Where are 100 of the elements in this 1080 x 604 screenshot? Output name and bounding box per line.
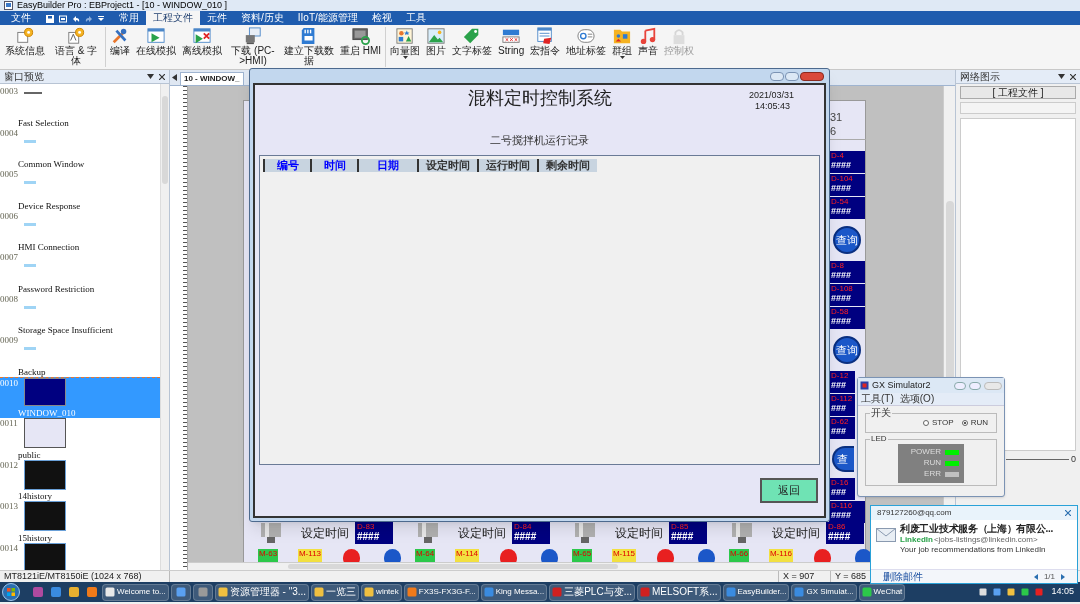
window-title: EasyBuilder Pro : EBProject1 - [10 - WINDOW_010 ] <box>17 0 228 11</box>
taskbar-button[interactable]: FX3S-FX3G-F... <box>403 583 479 601</box>
left-arrow-icon[interactable] <box>172 74 177 81</box>
numeric-value: #### <box>357 531 381 542</box>
menu-tab[interactable]: 元件 <box>200 11 234 25</box>
redo-icon[interactable] <box>85 14 93 23</box>
folder-icon[interactable] <box>68 586 80 598</box>
input-field[interactable] <box>960 102 1076 114</box>
taskbar-button[interactable]: wintek <box>361 583 402 601</box>
caret-icon[interactable] <box>98 14 104 23</box>
media-player-icon[interactable] <box>86 586 98 598</box>
window-thumbnail[interactable] <box>24 377 66 406</box>
window-thumbnail[interactable] <box>24 181 36 184</box>
ribbon-button[interactable]: 语言 & 字体 <box>50 27 102 66</box>
editor-tab[interactable]: 10 - WINDOW_ <box>180 72 244 85</box>
start-button-icon[interactable] <box>2 583 20 601</box>
app-icon <box>314 587 325 597</box>
radio-button[interactable] <box>961 420 968 426</box>
window-thumbnail[interactable] <box>24 264 36 267</box>
delete-link[interactable]: 删除邮件 <box>883 570 1034 583</box>
window-thumbnail[interactable] <box>24 501 66 531</box>
application-icon[interactable] <box>32 586 44 598</box>
ribbon-button[interactable]: 宏指令 <box>529 27 562 56</box>
window-thumbnail[interactable] <box>24 418 66 448</box>
menu-tab[interactable]: 检视 <box>364 11 399 25</box>
window-name: 15history <box>17 532 53 543</box>
close-icon[interactable] <box>1070 73 1076 80</box>
caret-icon[interactable] <box>147 74 154 79</box>
app-icon <box>364 587 375 597</box>
window-thumbnail[interactable] <box>24 222 36 226</box>
scrollbar[interactable] <box>160 84 169 570</box>
window-list-item[interactable]: 0006 HMI Connection <box>0 210 160 252</box>
ribbon-button[interactable]: 重启 HMI <box>339 27 383 56</box>
close-icon[interactable] <box>1065 510 1071 516</box>
back-button[interactable]: 返回 <box>760 478 818 503</box>
taskbar-button[interactable]: Welcome to... <box>102 583 169 601</box>
taskbar-button[interactable]: 资源管理器 - "3... <box>214 583 310 601</box>
ribbon-button[interactable]: 编译 <box>109 27 131 56</box>
ribbon-button[interactable]: 系统信息 <box>4 27 46 56</box>
query-button[interactable]: 查 <box>832 446 854 472</box>
menu-tab[interactable]: 资料/历史 <box>234 11 291 25</box>
menu-tab[interactable]: 工程文件 <box>146 11 200 25</box>
window-thumbnail[interactable] <box>24 305 36 309</box>
query-button[interactable]: 查询 <box>833 336 861 364</box>
window-list-item[interactable]: 0003 Fast Selection <box>0 86 160 128</box>
menu-item[interactable]: 选项(O) <box>899 393 935 405</box>
menu-tab[interactable]: IIoT/能源管理 <box>290 11 365 25</box>
radio-button[interactable] <box>923 420 929 426</box>
window-thumbnail[interactable] <box>24 542 66 570</box>
window-list-item[interactable]: 0005 Device Response <box>0 169 160 211</box>
query-button[interactable]: 查询 <box>833 226 861 254</box>
taskbar-button[interactable]: MELSOFT系... <box>636 583 721 601</box>
ribbon-button[interactable]: 向量图 <box>389 27 422 59</box>
window-list-item[interactable]: 0012 14history <box>0 459 160 501</box>
window-list-item[interactable]: 0014 <box>0 542 160 570</box>
window-list-item[interactable]: 0004 Common Window <box>0 127 160 169</box>
ribbon-button[interactable]: 建立下载数据 <box>283 27 335 66</box>
close-icon[interactable] <box>159 73 165 80</box>
taskbar-button[interactable]: King Messa... <box>480 583 548 601</box>
window-icon[interactable] <box>59 14 67 23</box>
undo-icon[interactable] <box>72 14 80 23</box>
window-list-item[interactable]: 0011 public <box>0 418 160 460</box>
window-list-item[interactable]: 0008 Storage Space Insufficient <box>0 293 160 335</box>
ribbon-button[interactable]: 下载 (PC->HMI) <box>227 27 279 66</box>
maximize-button[interactable] <box>785 71 799 81</box>
taskbar-button[interactable]: 一览三 <box>311 583 360 601</box>
window-list-item[interactable]: 0007 Password Restriction <box>0 252 160 294</box>
menu-item[interactable]: 工具(T) <box>861 393 894 405</box>
taskbar-button[interactable]: EasyBuilder... <box>722 583 790 601</box>
menu-tab[interactable]: 工具 <box>398 11 433 25</box>
taskbar-button[interactable]: 三菱PLC与变... <box>549 583 635 601</box>
left-arrow-icon[interactable] <box>1033 573 1038 580</box>
minimize-button[interactable] <box>770 71 784 81</box>
window-thumbnail[interactable] <box>24 459 66 490</box>
ribbon-button[interactable]: 群组 <box>611 27 634 59</box>
ribbon-button[interactable]: 地址标签 <box>565 27 608 56</box>
ribbon-button[interactable]: 声音 <box>637 27 660 56</box>
save-icon[interactable] <box>46 14 54 23</box>
taskbar-button[interactable]: WeChat <box>858 583 906 601</box>
right-arrow-icon[interactable] <box>1061 573 1065 580</box>
menu-tab[interactable]: 文件 <box>4 11 38 25</box>
ribbon-button[interactable]: 图片 <box>425 27 448 56</box>
ribbon-button[interactable]: String <box>497 27 526 56</box>
caret-icon[interactable] <box>1058 74 1065 79</box>
window-thumbnail[interactable] <box>24 139 36 143</box>
menu-tab[interactable]: 常用 <box>112 11 146 25</box>
taskbar-button[interactable] <box>170 583 191 601</box>
ribbon-button[interactable]: 在线模拟 <box>135 27 177 56</box>
numeric-value: #### <box>831 510 853 521</box>
ribbon-button[interactable]: 离线模拟 <box>181 27 223 56</box>
taskbar-button[interactable] <box>192 583 213 601</box>
taskbar-button[interactable]: GX Simulat... <box>791 583 857 601</box>
close-button[interactable] <box>800 71 824 81</box>
ribbon-button[interactable]: 文字标签 <box>451 27 494 56</box>
address-label: D-58 <box>831 307 850 316</box>
dropdown[interactable]: [ 工程文件 ] <box>960 86 1076 99</box>
window-list-item[interactable]: 0009 Backup <box>0 335 160 377</box>
window-list-item[interactable]: 0013 15history <box>0 501 160 543</box>
window-thumbnail[interactable] <box>24 347 36 350</box>
browser-icon[interactable] <box>50 586 62 598</box>
